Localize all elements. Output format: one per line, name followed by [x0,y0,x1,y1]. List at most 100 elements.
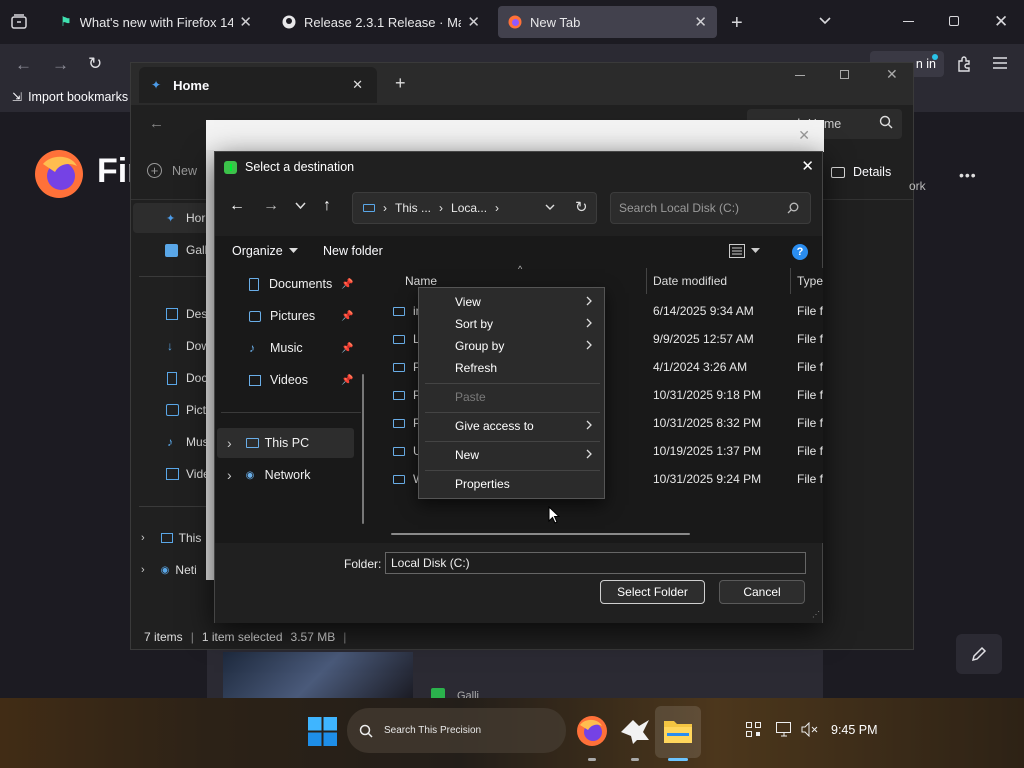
nav-item-network[interactable]: › ◉ Network [227,459,357,491]
close-icon[interactable]: ✕ [798,127,810,144]
reload-icon[interactable]: ↻ [88,54,102,74]
browser-tab-whats-new[interactable]: ⚑ What's new with Firefox 144 ✕ [50,6,262,38]
sidebar-item-network[interactable]: › ◉ Neti [131,556,211,584]
nav-item-music[interactable]: ♪ Music 📌 [249,332,359,364]
qr-code-icon[interactable] [746,722,761,737]
shortcut-tile[interactable]: Galli [207,650,823,702]
resize-grip-icon[interactable]: ⋰ [812,610,820,619]
folder-icon [393,474,405,484]
folder-input[interactable]: Local Disk (C:) [385,552,806,574]
extensions-icon[interactable] [956,55,973,72]
browser-tab-release[interactable]: Release 2.3.1 Release · Maplesp ✕ [272,6,490,38]
context-item-paste: Paste [455,390,486,404]
details-button[interactable]: Details [831,165,891,179]
nav-item-documents[interactable]: Documents 📌 [249,268,359,300]
refresh-icon[interactable]: ↻ [575,198,588,216]
close-tab-icon[interactable]: ✕ [352,77,363,93]
more-options-icon[interactable]: ••• [959,167,977,183]
restore-icon[interactable] [949,16,959,26]
music-icon: ♪ [167,435,173,449]
import-bookmarks-button[interactable]: ⇲ Import bookmarks [12,90,128,104]
clock-time[interactable]: 9:45 PM [831,723,878,737]
organize-button[interactable]: Organize [232,244,298,258]
taskbar-file-explorer-icon[interactable] [655,706,701,758]
new-tab-icon[interactable]: + [731,12,743,35]
nav-pane-scrollbar[interactable] [362,374,364,524]
chevron-right-icon[interactable]: › [227,435,232,451]
monitor-icon[interactable] [776,722,793,737]
cancel-button[interactable]: Cancel [719,580,805,604]
close-icon[interactable]: ✕ [801,157,814,175]
close-tab-icon[interactable]: ✕ [694,13,707,31]
minimize-icon[interactable] [903,21,914,22]
view-options-button[interactable] [729,244,760,258]
sidebar-item-documents[interactable]: Doc [131,364,211,392]
chevron-down-icon[interactable] [818,14,832,28]
up-icon[interactable]: ↑ [323,197,331,215]
start-windows-icon[interactable] [308,717,337,746]
sidebar-divider [139,506,211,507]
taskbar-firefox-icon[interactable] [576,715,608,747]
minimize-icon[interactable] [795,75,805,76]
close-window-icon[interactable]: ✕ [994,12,1008,32]
context-item-sort-by[interactable]: Sort by [419,313,604,335]
nav-item-pictures[interactable]: Pictures 📌 [249,300,359,332]
sidebar-item-home[interactable]: ✦ Hor [131,204,211,232]
close-tab-icon[interactable]: ✕ [239,13,252,31]
column-header-name[interactable]: Name [405,274,437,288]
taskbar-search-box[interactable]: Search This Precision [347,708,566,753]
column-header-type[interactable]: Type [797,274,823,288]
sidebar-item-downloads[interactable]: ↓ Dow [131,332,211,360]
new-button[interactable]: + New [147,163,197,178]
volume-muted-icon[interactable] [801,722,818,737]
close-tab-icon[interactable]: ✕ [467,13,480,31]
forward-icon[interactable]: → [263,197,279,215]
sidebar-item-pictures[interactable]: Pict [131,396,211,424]
menu-hamburger-icon[interactable] [993,57,1007,69]
taskbar-eagle-app-icon[interactable] [619,716,651,746]
network-icon: ◉ [245,469,255,481]
picture-icon [166,404,179,416]
explorer-tab-home[interactable]: ✦ Home ✕ [139,67,377,103]
sidebar-item-desktop[interactable]: Desl [131,300,211,328]
search-box[interactable]: Search Local Disk (C:) [610,192,811,224]
context-item-refresh[interactable]: Refresh [419,357,604,379]
new-tab-icon[interactable]: + [395,73,406,94]
recent-locations-chevron-icon[interactable] [295,202,306,210]
sidebar-item-gallery[interactable]: Gall [131,236,211,264]
back-icon[interactable]: ← [15,55,32,75]
customize-pencil-button[interactable] [956,634,1002,674]
column-header-date[interactable]: Date modified [653,274,727,288]
sidebar-item-videos[interactable]: Vide [131,460,211,488]
address-history-chevron-icon[interactable] [545,204,555,211]
context-item-give-access[interactable]: Give access to [419,415,604,437]
taskbar-active-indicator [588,758,596,761]
context-separator [425,412,600,413]
context-item-properties[interactable]: Properties [419,473,604,495]
back-icon[interactable]: ← [149,115,164,132]
new-folder-button[interactable]: New folder [323,244,383,258]
breadcrumb-this-pc[interactable]: This ... [395,201,431,215]
horizontal-scrollbar[interactable] [391,533,690,535]
maximize-icon[interactable] [840,70,849,79]
nav-item-this-pc[interactable]: › This PC [227,427,357,459]
selected-count: 1 item selected [201,630,283,644]
select-folder-button[interactable]: Select Folder [600,580,705,604]
chevron-right-icon[interactable]: › [227,467,232,483]
sidebar-item-music[interactable]: ♪ Mus [131,428,211,456]
browser-tab-new-tab[interactable]: New Tab ✕ [498,6,717,38]
help-icon[interactable]: ? [792,244,808,260]
nav-item-videos[interactable]: Videos 📌 [249,364,359,396]
breadcrumb-local-disk[interactable]: Loca... [451,201,487,215]
back-icon[interactable]: ← [229,197,245,215]
close-window-icon[interactable]: ✕ [886,66,898,83]
address-bar[interactable]: › This ... › Loca... › ↻ [352,192,597,224]
chevron-right-icon: › [141,564,145,576]
context-item-new[interactable]: New [419,444,604,466]
context-item-group-by[interactable]: Group by [419,335,604,357]
github-icon [282,15,296,29]
sidebar-item-this-pc[interactable]: › This [131,524,211,552]
context-item-view[interactable]: View [419,291,604,313]
forward-icon[interactable]: → [52,55,69,75]
tab-list-icon[interactable] [10,13,28,31]
